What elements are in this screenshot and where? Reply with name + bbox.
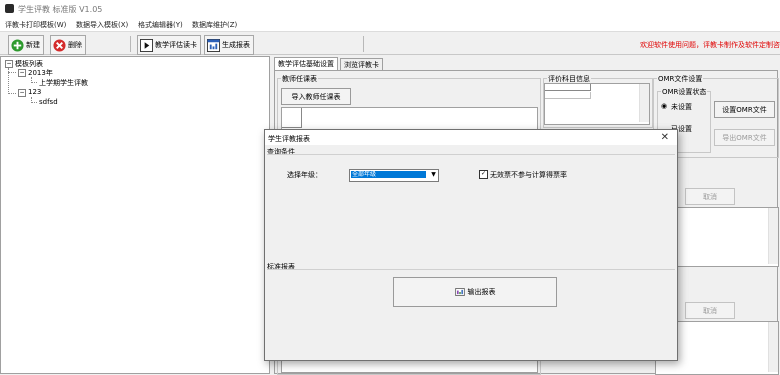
grade-select-value: 全部年级	[351, 171, 426, 178]
export-omr-button[interactable]: 导出OMR文件	[714, 129, 775, 146]
delete-label: 删除	[68, 41, 82, 49]
generate-report-button[interactable]: 生成报表	[204, 35, 254, 55]
teacher-grid-bottom[interactable]	[281, 359, 538, 373]
template-tree[interactable]: − 模板列表 − 2013年 上学期学生评教 − 123 sdfsd	[0, 56, 270, 374]
cancel-button-2[interactable]: 取消	[685, 302, 735, 319]
export-icon	[454, 288, 465, 296]
tree-line	[31, 102, 37, 103]
tree-item-semester[interactable]: 上学期学生评教	[39, 78, 88, 88]
export-report-label: 输出报表	[467, 288, 496, 296]
query-section	[267, 154, 675, 156]
app-icon	[5, 4, 14, 13]
menu-import-template[interactable]: 数据导入模板(X)	[76, 20, 128, 30]
log-scrollbar-2[interactable]	[768, 322, 778, 372]
tree-line	[8, 72, 16, 73]
tree-line	[8, 93, 16, 94]
read-card-label: 教学评估读卡	[155, 41, 197, 49]
delete-button[interactable]: 删除	[50, 35, 86, 55]
welcome-text: 欢迎软件使用问题，评教卡制作及软件定制咨	[640, 41, 780, 49]
subject-grid[interactable]	[544, 83, 650, 125]
teacher-grid[interactable]	[281, 107, 538, 131]
tree-line	[31, 82, 37, 83]
grade-select[interactable]: 全部年级 ▼	[349, 169, 439, 182]
collapse-icon[interactable]: −	[5, 60, 13, 68]
subject-group: 评价科目信息	[543, 74, 653, 128]
radio-unset-icon[interactable]: ◉	[661, 102, 667, 110]
report-icon	[207, 38, 220, 52]
set-omr-button[interactable]: 设置OMR文件	[714, 101, 775, 118]
menu-bar: 评教卡打印模板(W) 数据导入模板(X) 格式编辑器(Y) 数据库维护(Z)	[0, 18, 780, 32]
play-icon	[140, 38, 153, 52]
collapse-icon[interactable]: −	[18, 69, 26, 77]
new-button[interactable]: 新建	[8, 35, 44, 55]
invalid-vote-label: 无效票不参与计算得票率	[490, 171, 567, 179]
grade-label: 选择年级：	[287, 171, 322, 179]
collapse-icon[interactable]: −	[18, 89, 26, 97]
report-section	[267, 269, 675, 271]
dialog-title-bar: 学生评教报表 ✕	[265, 130, 677, 145]
tree-node-123[interactable]: 123	[28, 88, 41, 96]
add-icon	[11, 38, 24, 52]
subject-scrollbar[interactable]	[639, 84, 649, 122]
title-bar: 学生评教 标准版 V1.05	[0, 0, 780, 18]
dialog-title: 学生评教报表	[268, 135, 310, 143]
omr-group-label: OMR文件设置	[657, 74, 704, 84]
cancel-button-1[interactable]: 取消	[685, 188, 735, 205]
grid-header	[545, 84, 591, 91]
toolbar: 新建 删除 教学评估读卡 生成报表 欢迎软件使用问题，评教卡制作及软件定制咨	[0, 33, 780, 55]
omr-status-label: OMR设置状态	[661, 87, 708, 97]
read-card-button[interactable]: 教学评估读卡	[137, 35, 201, 55]
toolbar-separator	[363, 36, 364, 52]
tree-item-sdfsd[interactable]: sdfsd	[39, 98, 58, 106]
grid-corner	[282, 108, 302, 128]
chevron-down-icon[interactable]: ▼	[429, 170, 438, 179]
menu-format-editor[interactable]: 格式编辑器(Y)	[138, 20, 183, 30]
invalid-vote-checkbox[interactable]: ✓	[479, 170, 488, 179]
radio-unset-label: 未设置	[671, 103, 692, 111]
close-icon[interactable]: ✕	[661, 132, 669, 143]
import-teacher-button[interactable]: 导入教师任课表	[281, 88, 351, 105]
menu-card-template[interactable]: 评教卡打印模板(W)	[5, 20, 66, 30]
delete-icon	[53, 38, 66, 52]
tab-basic-settings[interactable]: 教学评估基础设置	[274, 57, 338, 71]
toolbar-separator	[130, 36, 131, 52]
new-label: 新建	[26, 41, 40, 49]
menu-database[interactable]: 数据库维护(Z)	[192, 20, 237, 30]
grid-row	[545, 92, 591, 99]
teacher-group-label: 教师任课表	[281, 74, 318, 84]
window-title: 学生评教 标准版 V1.05	[18, 5, 103, 14]
log-scrollbar-1[interactable]	[768, 208, 778, 264]
generate-report-label: 生成报表	[222, 41, 250, 49]
report-dialog: 学生评教报表 ✕ 查询条件 选择年级： 全部年级 ▼ ✓ 无效票不参与计算得票率…	[264, 129, 678, 361]
export-report-button[interactable]: 输出报表	[393, 277, 557, 307]
